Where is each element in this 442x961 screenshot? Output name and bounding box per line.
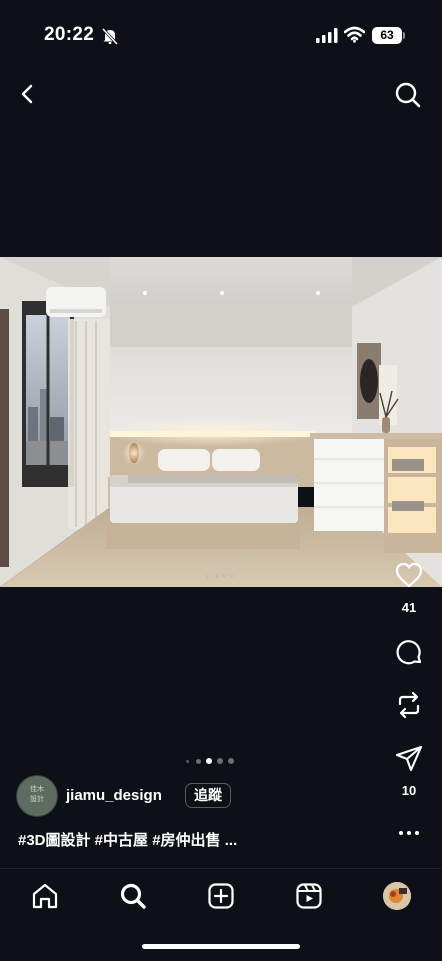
cellular-signal-icon — [316, 28, 338, 43]
post-image[interactable]: JIAMU — [0, 257, 442, 587]
avatar-logo-line1: 佳木 — [30, 786, 44, 793]
search-icon[interactable] — [393, 80, 423, 110]
status-bar: 20:22 63 — [0, 0, 442, 70]
carousel-dot — [217, 758, 223, 764]
send-icon[interactable] — [394, 744, 424, 774]
create-post-icon[interactable] — [206, 881, 236, 911]
profile-photo — [383, 882, 411, 910]
carousel-dot-active — [206, 758, 212, 764]
profile-avatar[interactable] — [383, 882, 411, 910]
comment-icon[interactable] — [394, 638, 424, 668]
carousel-dot — [186, 760, 189, 763]
post-caption[interactable]: #3D圖設計 #中古屋 #房仲出售 ... — [18, 829, 237, 850]
battery-level: 63 — [372, 27, 402, 44]
wifi-icon — [344, 26, 365, 43]
follow-button[interactable]: 追蹤 — [185, 783, 231, 808]
repost-icon[interactable] — [394, 690, 424, 720]
carousel-dot — [196, 759, 201, 764]
author-username[interactable]: jiamu_design — [66, 787, 162, 804]
home-icon[interactable] — [30, 881, 60, 911]
clock: 20:22 — [44, 24, 95, 45]
bell-muted-icon — [101, 27, 119, 45]
reels-icon[interactable] — [294, 881, 324, 911]
back-arrow-icon[interactable] — [14, 80, 42, 108]
watermark-text: JIAMU — [206, 574, 236, 580]
like-count[interactable]: 41 — [386, 600, 432, 615]
bedroom-render-illustration — [0, 257, 442, 587]
avatar-logo-text: 佳木 設計 — [17, 785, 57, 805]
carousel-dot — [228, 758, 234, 764]
battery-tip — [403, 32, 405, 39]
author-avatar[interactable]: 佳木 設計 — [17, 776, 57, 816]
search-tab-icon[interactable] — [118, 881, 148, 911]
avatar-logo-line2: 設計 — [30, 796, 44, 803]
heart-icon[interactable] — [394, 560, 424, 590]
more-options-icon[interactable] — [394, 818, 424, 848]
carousel-indicator — [186, 757, 246, 765]
home-indicator[interactable] — [142, 944, 300, 949]
share-count[interactable]: 10 — [386, 783, 432, 798]
